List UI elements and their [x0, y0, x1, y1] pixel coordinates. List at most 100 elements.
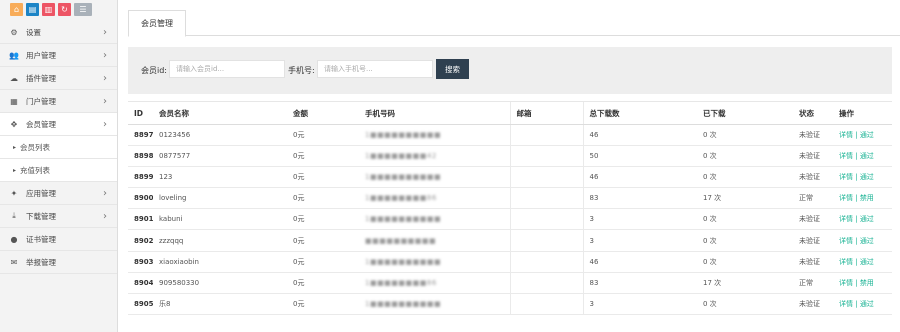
cell-id: 8898 — [128, 145, 153, 168]
cell-email — [509, 166, 583, 189]
action-separator: | — [853, 236, 860, 245]
cell-actions: 详情 | 通过 — [833, 124, 892, 147]
detail-link[interactable]: 详情 — [839, 258, 853, 266]
col-header-status: 状态 — [793, 101, 833, 125]
cell-downloaded: 0 次 — [697, 145, 793, 168]
cell-phone: 1■■■■■■■■■■ — [359, 124, 510, 147]
android-icon: ✦ — [10, 188, 18, 198]
table-row: 8904 909580330 0元 1■■■■■■■■86 83 17 次正常 详情 | 禁… — [128, 272, 892, 294]
sidebar-item[interactable]: ✦ 应用管理 › — [0, 182, 117, 205]
action-separator: | — [853, 299, 860, 308]
cell-downloaded: 0 次 — [697, 293, 793, 315]
phone-value: ■■■■■■■■■■ — [365, 236, 437, 245]
phone-label: 手机号: — [288, 66, 315, 75]
approve-link[interactable]: 通过 — [860, 173, 874, 181]
table-row: 8902 zzzqqq 0元 ■■■■■■■■■■ 3 0 次未验证 详情 | 通过 — [128, 229, 892, 252]
detail-link[interactable]: 详情 — [839, 152, 853, 160]
chevron-right-icon: › — [103, 118, 107, 130]
col-header-amount: 金额 — [287, 101, 359, 125]
phone-value: 1■■■■■■■■86 — [365, 194, 437, 203]
phone-value: 1■■■■■■■■■■ — [365, 173, 442, 182]
detail-link[interactable]: 详情 — [839, 215, 853, 223]
submenu-item[interactable]: ▸ 会员列表 — [0, 136, 117, 159]
action-separator: | — [853, 257, 860, 266]
search-button[interactable]: 搜索 — [436, 59, 469, 79]
tab-member-management[interactable]: 会员管理 — [128, 10, 186, 37]
action-separator: | — [853, 152, 860, 161]
chevron-right-icon: › — [103, 26, 107, 38]
shortcut-refresh-button[interactable]: ↻ — [58, 3, 71, 16]
cell-total-downloads: 83 — [582, 272, 697, 294]
submenu-item[interactable]: ▸ 充值列表 — [0, 159, 117, 182]
cell-email — [509, 229, 583, 252]
detail-link[interactable]: 详情 — [839, 173, 853, 181]
cell-id: 8905 — [128, 293, 153, 315]
sidebar-item[interactable]: ▦ 门户管理 › — [0, 90, 117, 113]
chevron-right-icon: › — [103, 95, 107, 107]
approve-link[interactable]: 通过 — [860, 131, 874, 139]
cell-downloaded: 0 次 — [697, 166, 793, 189]
cell-amount: 0元 — [287, 293, 359, 315]
cell-email — [509, 187, 583, 210]
main-content: 会员管理 会员id: 手机号: 搜索 ID 会员名称 金额 手机号码 邮箱 总下… — [118, 0, 900, 332]
cell-status: 未验证 — [793, 145, 833, 168]
cell-id: 8900 — [128, 187, 153, 210]
cell-downloaded: 0 次 — [697, 208, 793, 231]
detail-link[interactable]: 详情 — [839, 237, 853, 245]
approve-link[interactable]: 通过 — [860, 237, 874, 245]
shortcut-list-button[interactable]: ☰ — [74, 3, 92, 16]
sidebar-item[interactable]: ● 证书管理 — [0, 228, 117, 251]
search-panel: 会员id: 手机号: 搜索 — [128, 47, 892, 94]
phone-value: 1■■■■■■■■86 — [365, 278, 437, 287]
sidebar-item[interactable]: ⚙ 设置 › — [0, 21, 117, 44]
sidebar-item[interactable]: ✉ 举报管理 — [0, 251, 117, 274]
cell-member-name: xiaoxiaobin — [153, 251, 287, 273]
disable-link[interactable]: 禁用 — [860, 194, 874, 202]
disable-link[interactable]: 禁用 — [860, 279, 874, 287]
table-row: 8898 0877577 0元 1■■■■■■■■42 50 0 次未验证 详情 | 通过 — [128, 145, 892, 168]
cell-member-name: 0123456 — [153, 124, 287, 147]
table-row: 8905 乐8 0元 1■■■■■■■■■■ 3 0 次未验证 详情 | 通过 — [128, 293, 892, 315]
action-separator: | — [853, 173, 860, 182]
phone-input[interactable] — [317, 60, 433, 78]
cell-downloaded: 17 次 — [697, 272, 793, 294]
cell-status: 正常 — [793, 187, 833, 210]
detail-link[interactable]: 详情 — [839, 194, 853, 202]
download-icon: ⤓ — [12, 211, 16, 220]
shortcut-home-button[interactable]: ⌂ — [10, 3, 23, 16]
sidebar-item[interactable]: ✥ 会员管理 › — [0, 113, 117, 136]
approve-link[interactable]: 通过 — [860, 215, 874, 223]
shortcut-document-button[interactable]: ▤ — [26, 3, 39, 16]
sidebar-item-label: 会员管理 — [26, 119, 56, 129]
refresh-icon: ↻ — [61, 4, 68, 14]
tab-bar: 会员管理 — [128, 10, 900, 37]
detail-link[interactable]: 详情 — [839, 131, 853, 139]
cell-amount: 0元 — [287, 166, 359, 189]
sidebar-item-label: 应用管理 — [26, 188, 56, 198]
detail-link[interactable]: 详情 — [839, 279, 853, 287]
grid-icon: ▦ — [10, 96, 18, 106]
col-header-downloaded: 已下载 — [697, 101, 793, 125]
sidebar-item[interactable]: 👥 用户管理 › — [0, 44, 117, 67]
cell-total-downloads: 50 — [582, 145, 697, 168]
approve-link[interactable]: 通过 — [860, 300, 874, 308]
approve-link[interactable]: 通过 — [860, 152, 874, 160]
col-header-total-downloads: 总下载数 — [582, 101, 697, 125]
detail-link[interactable]: 详情 — [839, 300, 853, 308]
cell-actions: 详情 | 通过 — [833, 293, 892, 315]
member-id-input[interactable] — [169, 60, 285, 78]
approve-link[interactable]: 通过 — [860, 258, 874, 266]
shortcut-trash-button[interactable]: ▥ — [42, 3, 55, 16]
list-icon: ☰ — [79, 4, 87, 14]
chevron-right-icon: › — [103, 72, 107, 84]
cell-downloaded: 0 次 — [697, 229, 793, 252]
cell-member-name: 0877577 — [153, 145, 287, 168]
cell-actions: 详情 | 禁用 — [833, 272, 892, 294]
sidebar-item[interactable]: ⤓ 下载管理 › — [0, 205, 117, 228]
member-table-body: 8897 0123456 0元 1■■■■■■■■■■ 46 0 次未验证 详情 | 通过 8… — [128, 124, 892, 315]
cell-status: 未验证 — [793, 251, 833, 273]
phone-value: 1■■■■■■■■42 — [365, 152, 437, 161]
cell-actions: 详情 | 通过 — [833, 229, 892, 252]
home-icon: ⌂ — [13, 4, 20, 14]
sidebar-item[interactable]: ☁ 插件管理 › — [0, 67, 117, 90]
